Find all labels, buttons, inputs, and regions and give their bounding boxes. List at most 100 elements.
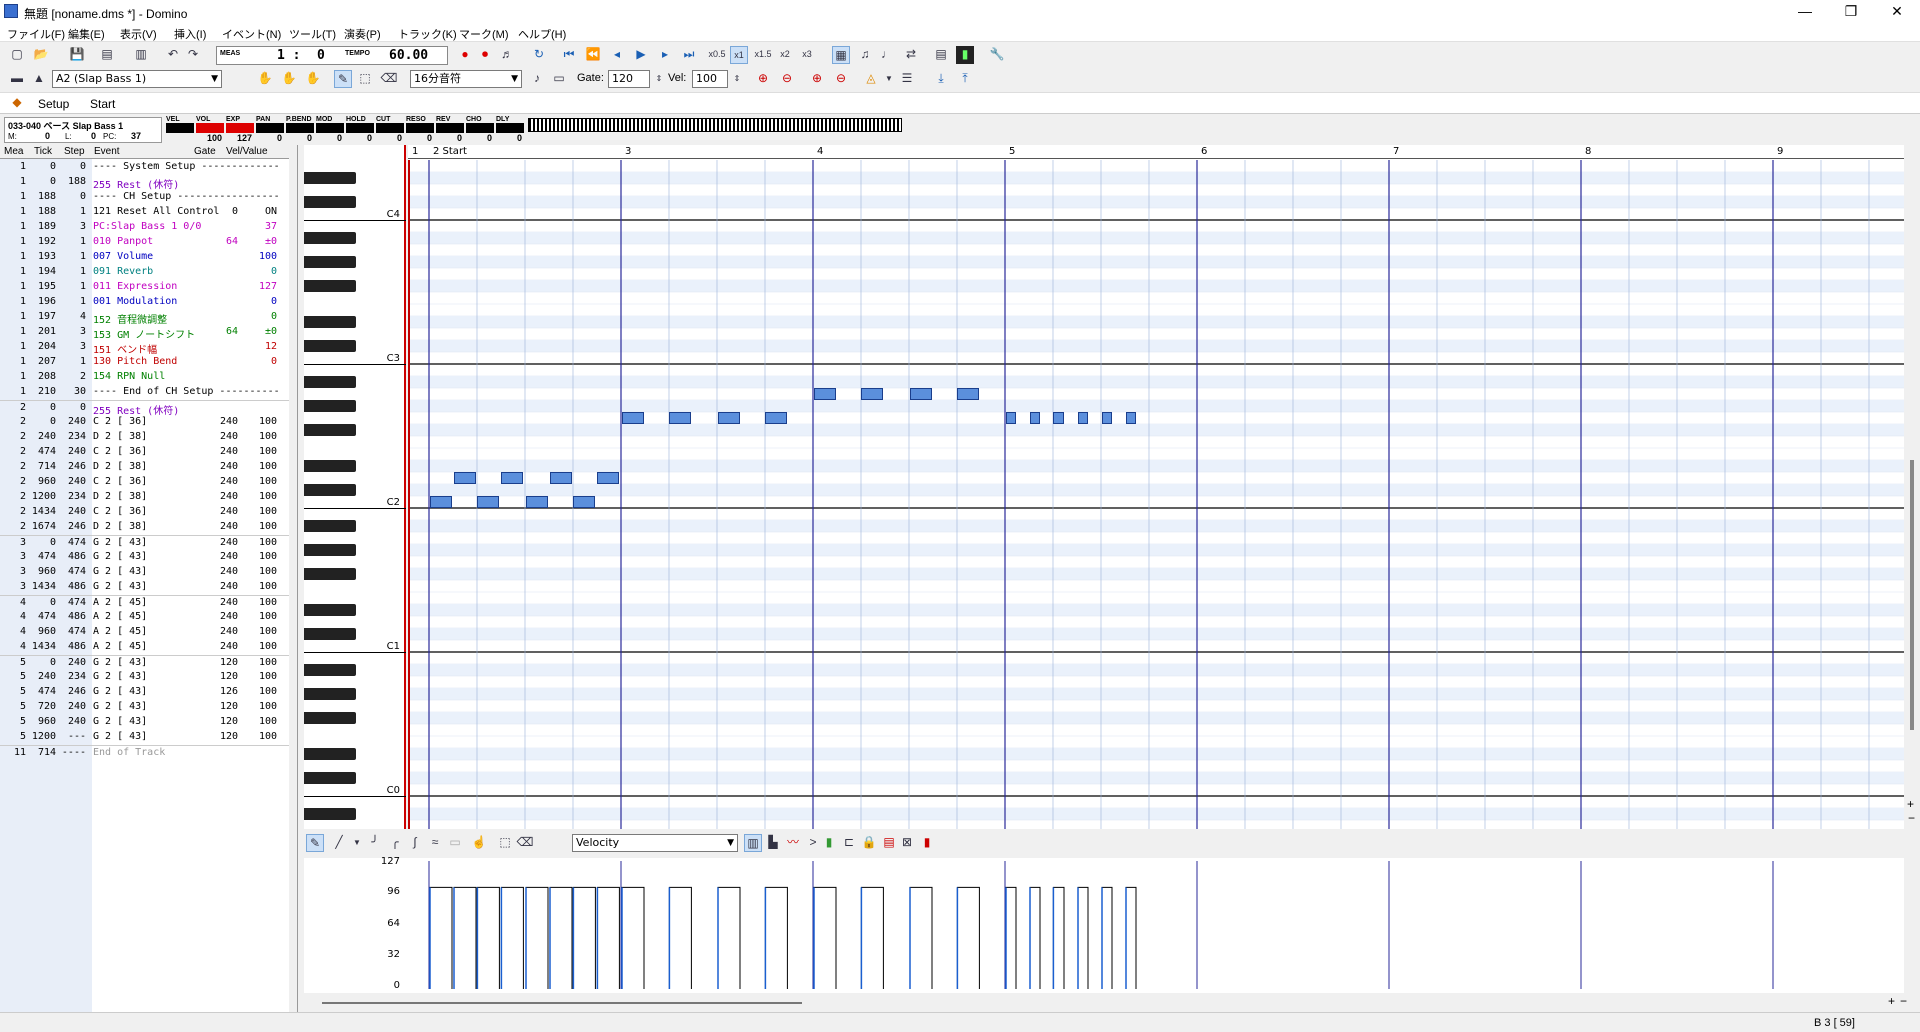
event-row[interactable]: 2 960 240 C 2 [ 36] 240 100 <box>0 475 290 490</box>
event-list-scrollbar[interactable] <box>289 145 297 1012</box>
roll-hscroll[interactable]: + − <box>304 994 1907 1009</box>
ruler-measure-label[interactable]: 4 <box>817 146 823 157</box>
ruler-measure-label[interactable]: 7 <box>1393 146 1399 157</box>
zoom-out-icon[interactable]: ⊖ <box>778 70 796 88</box>
event-row[interactable]: 1 195 1 011 Expression 127 <box>0 280 290 295</box>
event-row[interactable]: 5 0 240 G 2 [ 43] 120 100 <box>0 655 290 670</box>
col-value[interactable]: Vel/Value <box>226 146 268 157</box>
velocity-bar[interactable] <box>1052 886 1065 989</box>
velocity-graph[interactable] <box>408 861 1904 989</box>
ruler-measure-label[interactable]: 9 <box>1777 146 1783 157</box>
vel-select-icon[interactable]: ⬚ <box>496 834 514 852</box>
velocity-bar[interactable] <box>453 886 477 989</box>
align-icon[interactable]: ⊏ <box>840 834 858 852</box>
note[interactable] <box>501 472 524 484</box>
black-key[interactable] <box>304 748 356 760</box>
mute-icon[interactable]: ✋ <box>304 70 322 88</box>
note[interactable] <box>765 412 788 424</box>
note[interactable] <box>1030 412 1040 424</box>
menu-event[interactable]: イベント(N) <box>222 26 281 42</box>
event-row[interactable]: 2 0 240 C 2 [ 36] 240 100 <box>0 415 290 430</box>
velocity-bar[interactable] <box>1029 886 1041 989</box>
event-row[interactable]: 1 201 3 153 GM ノートシフト 64 ±0 <box>0 325 290 341</box>
gate-spin-icon[interactable]: ⇕ <box>650 70 668 88</box>
hzoom-plus-icon[interactable]: + <box>1888 994 1895 1008</box>
view-switch-icon[interactable]: ⇄ <box>902 46 920 64</box>
velocity-bar[interactable] <box>1125 886 1137 989</box>
event-row[interactable]: 4 960 474 A 2 [ 45] 240 100 <box>0 625 290 640</box>
note[interactable] <box>454 472 476 484</box>
settings-wrench-icon[interactable]: 🔧 <box>988 46 1006 64</box>
black-key[interactable] <box>304 484 356 496</box>
event-row[interactable]: 1 196 1 001 Modulation 0 <box>0 295 290 310</box>
lock-icon[interactable]: 🔒 <box>860 834 878 852</box>
mixer-icon[interactable]: ▤ <box>932 46 950 64</box>
play-icon[interactable]: ▶ <box>632 46 650 64</box>
event-row[interactable]: 5 474 246 G 2 [ 43] 126 100 <box>0 685 290 700</box>
close-button[interactable]: ✕ <box>1874 0 1920 24</box>
black-key[interactable] <box>304 196 356 208</box>
import-icon[interactable]: ⤓ <box>932 70 950 88</box>
note[interactable] <box>718 412 740 424</box>
minimize-button[interactable]: — <box>1782 0 1828 24</box>
hand-tool-icon[interactable]: ✋ <box>256 70 274 88</box>
event-row[interactable]: 2 1674 246 D 2 [ 38] 240 100 <box>0 520 290 535</box>
event-list-icon[interactable]: ☰ <box>898 70 916 88</box>
black-key[interactable] <box>304 664 356 676</box>
col-step[interactable]: Step <box>64 146 85 157</box>
curve2-tool-icon[interactable]: ╭ <box>386 834 404 852</box>
velocity-bar[interactable] <box>717 886 741 989</box>
roll-hscroll-thumb[interactable] <box>322 1002 802 1004</box>
speed-x3[interactable]: x3 <box>798 46 816 64</box>
chevron-down-icon[interactable]: ▼ <box>348 834 366 852</box>
note[interactable] <box>1126 412 1136 424</box>
col-mea[interactable]: Mea <box>4 146 23 157</box>
velocity-bar[interactable] <box>500 886 524 989</box>
note[interactable] <box>861 388 884 400</box>
velocity-bar[interactable] <box>525 886 549 989</box>
ruler-measure-label[interactable]: 8 <box>1585 146 1591 157</box>
event-row[interactable]: 1 188 1 121 Reset All Control 0 ON <box>0 205 290 220</box>
velocity-bar[interactable] <box>1077 886 1089 989</box>
solo-icon[interactable]: ✋ <box>280 70 298 88</box>
event-row[interactable]: 1 204 3 151 ベンド幅 12 <box>0 340 290 356</box>
velocity-bar[interactable] <box>549 886 573 989</box>
black-key[interactable] <box>304 520 356 532</box>
ruler-measure-label[interactable]: 2 Start <box>433 146 467 157</box>
event-row[interactable]: 5 720 240 G 2 [ 43] 120 100 <box>0 700 290 715</box>
velocity-bar[interactable] <box>596 886 620 989</box>
velocity-bar[interactable] <box>668 886 692 989</box>
roll-vscroll[interactable]: + − <box>1906 145 1920 829</box>
vel-eraser-icon[interactable]: ⌫ <box>516 834 534 852</box>
vel-spin-icon[interactable]: ⇕ <box>728 70 746 88</box>
disabled-tool-icon[interactable]: ▭ <box>446 834 464 852</box>
note[interactable] <box>1102 412 1112 424</box>
random-tool-icon[interactable]: ≈ <box>426 834 444 852</box>
zoom-minus-icon[interactable]: − <box>1908 811 1915 825</box>
black-key[interactable] <box>304 772 356 784</box>
curve-tool-icon[interactable]: ╯ <box>366 834 384 852</box>
ruler-measure-label[interactable]: 5 <box>1009 146 1015 157</box>
speed-x2[interactable]: x2 <box>776 46 794 64</box>
velocity-bar[interactable] <box>813 886 837 989</box>
black-key[interactable] <box>304 808 356 820</box>
note[interactable] <box>814 388 836 400</box>
velocity-bar[interactable] <box>429 886 453 989</box>
event-row[interactable]: 1 208 2 154 RPN Null <box>0 370 290 385</box>
vel-hand-icon[interactable]: ☝ <box>470 834 488 852</box>
graph-view-icon[interactable]: 〰 <box>784 834 802 852</box>
new-file-icon[interactable]: ▢ <box>8 46 26 64</box>
note[interactable] <box>1078 412 1088 424</box>
velocity-bar[interactable] <box>1101 886 1113 989</box>
black-key[interactable] <box>304 232 356 244</box>
quantize-icon[interactable]: ◬ <box>862 70 880 88</box>
open-file-icon[interactable]: 📂 <box>32 46 50 64</box>
event-row[interactable]: 3 1434 486 G 2 [ 43] 240 100 <box>0 580 290 595</box>
note[interactable] <box>1006 412 1016 424</box>
event-row[interactable]: 1 0 0 ---- System Setup ------------- <box>0 160 290 175</box>
event-row[interactable]: 1 192 1 010 Panpot 64 ±0 <box>0 235 290 250</box>
black-key[interactable] <box>304 460 356 472</box>
speed-x0-5[interactable]: x0.5 <box>706 46 728 64</box>
event-row[interactable]: 11 714 ---- End of Track <box>0 745 290 760</box>
note[interactable] <box>669 412 692 424</box>
